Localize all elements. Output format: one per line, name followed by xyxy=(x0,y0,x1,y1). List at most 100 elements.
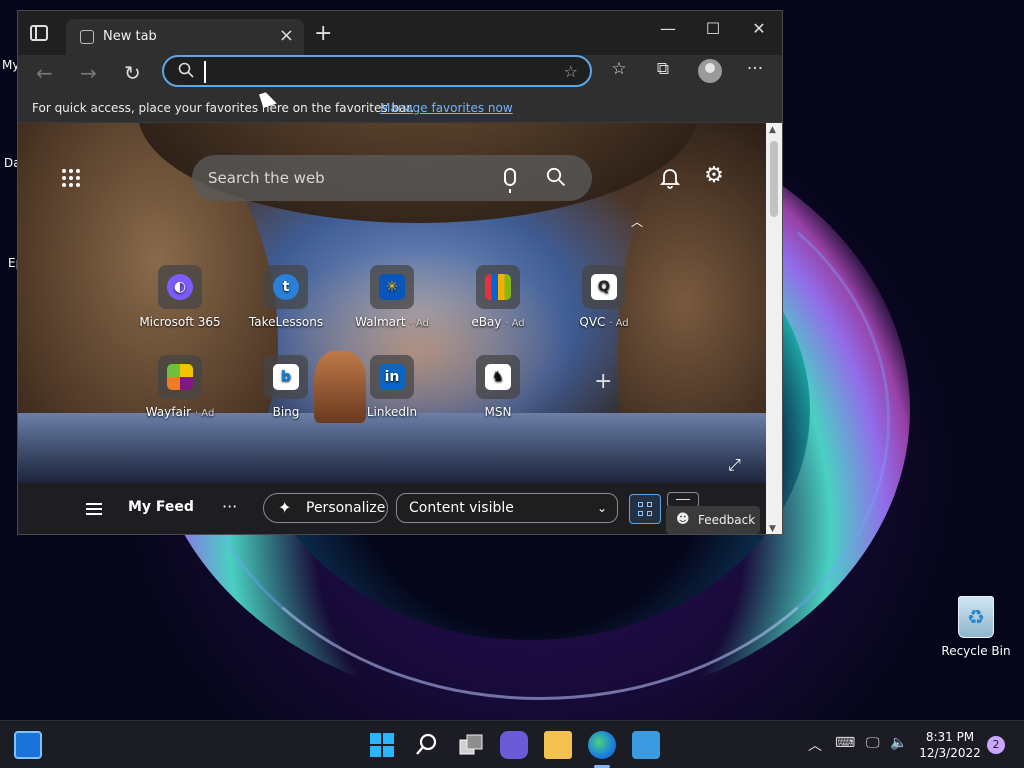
microphone-icon[interactable] xyxy=(504,168,516,193)
expand-fullscreen-icon[interactable]: ⤢ xyxy=(728,455,741,475)
minimize-icon[interactable]: — xyxy=(648,19,688,38)
quick-link-tile[interactable]: eBay · Ad xyxy=(453,265,543,329)
add-favorite-star-icon[interactable]: ☆ xyxy=(564,62,578,81)
tile-label: Microsoft 365 xyxy=(139,315,221,329)
favorites-icon[interactable]: ☆ xyxy=(606,59,632,85)
address-bar[interactable]: ☆ xyxy=(162,55,592,87)
tab-actions-icon[interactable] xyxy=(30,25,48,41)
tile-label: eBay xyxy=(471,315,502,329)
quick-link-tile[interactable]: ◐ Microsoft 365 xyxy=(135,265,225,329)
volume-icon[interactable]: 🔈 xyxy=(890,735,907,751)
ebay-icon xyxy=(485,274,511,300)
add-shortcut-plus-icon[interactable]: + xyxy=(594,369,612,394)
tab-new-tab[interactable]: New tab × xyxy=(66,19,304,55)
my-feed-title[interactable]: My Feed xyxy=(128,499,194,515)
microsoft-365-icon: ◐ xyxy=(167,274,193,300)
tile-label: Wayfair xyxy=(145,405,192,419)
maximize-icon[interactable]: ☐ xyxy=(693,19,733,38)
quick-link-tile[interactable]: t TakeLessons xyxy=(241,265,331,329)
content-visibility-select[interactable]: Content visible ⌄ xyxy=(396,493,618,523)
linkedin-icon: in xyxy=(379,364,405,390)
quick-link-tile[interactable]: Q QVC · Ad xyxy=(559,265,649,329)
quick-link-tile[interactable]: in LinkedIn xyxy=(347,355,437,419)
taskbar-search-icon[interactable] xyxy=(413,731,441,759)
widgets-icon[interactable] xyxy=(14,731,42,759)
background-image xyxy=(18,413,766,493)
scrollbar-thumb[interactable] xyxy=(770,141,778,217)
grid-view-icon[interactable] xyxy=(629,494,661,524)
task-view-icon[interactable] xyxy=(457,731,485,759)
refresh-icon[interactable]: ↻ xyxy=(124,61,141,85)
notification-count-badge[interactable]: 2 xyxy=(987,736,1005,754)
tile-icon-box: ✳ xyxy=(370,265,414,309)
favorites-bar: For quick access, place your favorites h… xyxy=(18,95,782,123)
tile-label: LinkedIn xyxy=(366,405,418,419)
more-options-icon[interactable]: ··· xyxy=(742,59,768,85)
microsoft-store-icon[interactable] xyxy=(632,731,660,759)
show-hidden-icons-chevron-icon[interactable]: ︿ xyxy=(808,735,822,755)
recycle-bin-desktop-icon[interactable]: Recycle Bin xyxy=(940,596,1012,658)
quick-link-tile[interactable]: ✳ Walmart · Ad xyxy=(347,265,437,329)
collections-icon[interactable]: ⧉ xyxy=(650,59,676,85)
feed-toolbar: My Feed ··· ✦ Personalize Content visibl… xyxy=(18,485,766,534)
settings-gear-icon[interactable]: ⚙ xyxy=(702,165,726,189)
new-tab-page: Search the web ⚙ ︿ ◐ Microsoft 365 t Tak… xyxy=(18,123,766,534)
app-launcher-icon[interactable] xyxy=(62,169,82,189)
personalize-button[interactable]: ✦ Personalize xyxy=(263,493,388,523)
feedback-button[interactable]: ☻ Feedback xyxy=(666,506,760,534)
new-tab-plus-icon[interactable]: + xyxy=(314,21,332,46)
content-visibility-value: Content visible xyxy=(409,500,514,516)
ad-text: Ad xyxy=(511,318,525,329)
tile-label: TakeLessons xyxy=(248,315,324,329)
tile-label: MSN xyxy=(484,405,512,419)
network-icon[interactable]: 🖵 xyxy=(866,735,880,751)
msn-icon: ♞ xyxy=(485,364,511,390)
address-input[interactable] xyxy=(204,61,534,83)
page-scrollbar[interactable]: ▲ ▼ xyxy=(766,123,782,534)
start-windows-icon[interactable] xyxy=(368,731,396,759)
edge-browser-icon[interactable] xyxy=(588,731,616,759)
quick-link-tile[interactable]: ♞ MSN xyxy=(453,355,543,419)
close-window-icon[interactable]: ✕ xyxy=(739,19,779,38)
teams-chat-icon[interactable] xyxy=(500,731,528,759)
profile-avatar-icon[interactable] xyxy=(698,59,722,83)
recycle-bin-label: Recycle Bin xyxy=(941,644,1011,658)
back-arrow-icon[interactable]: ← xyxy=(36,61,53,85)
tile-label: Bing xyxy=(272,405,300,419)
system-clock[interactable]: 8:31 PM 12/3/2022 xyxy=(918,729,982,761)
taskbar: ︿ ⌨ 🖵 🔈 8:31 PM 12/3/2022 2 xyxy=(0,720,1024,768)
search-icon[interactable] xyxy=(546,167,566,187)
ad-label: · Ad xyxy=(194,408,215,419)
quick-link-tile[interactable]: Wayfair · Ad xyxy=(135,355,225,419)
collapse-chevron-up-icon[interactable]: ︿ xyxy=(631,213,643,230)
web-search-box[interactable]: Search the web xyxy=(192,155,592,201)
close-tab-icon[interactable]: × xyxy=(279,25,294,46)
quick-link-tile[interactable]: b Bing xyxy=(241,355,331,419)
personalize-label: Personalize xyxy=(306,500,386,516)
feed-more-options-icon[interactable]: ··· xyxy=(222,497,237,516)
tile-icon-box: ♞ xyxy=(476,355,520,399)
scroll-up-arrow-icon[interactable]: ▲ xyxy=(769,125,776,135)
clock-date: 12/3/2022 xyxy=(919,746,981,760)
feedback-person-icon: ☻ xyxy=(676,512,690,527)
keyboard-icon[interactable]: ⌨ xyxy=(835,735,855,751)
manage-favorites-link[interactable]: Manage favorites now xyxy=(380,101,513,115)
hamburger-menu-icon[interactable] xyxy=(86,503,102,515)
takelessons-icon: t xyxy=(273,274,299,300)
scroll-down-arrow-icon[interactable]: ▼ xyxy=(769,524,776,534)
forward-arrow-icon[interactable]: → xyxy=(80,61,97,85)
tile-icon-box: ◐ xyxy=(158,265,202,309)
notifications-bell-icon[interactable] xyxy=(658,165,682,189)
chevron-down-icon: ⌄ xyxy=(596,501,607,515)
tile-icon-box xyxy=(476,265,520,309)
tile-label: QVC xyxy=(579,315,606,329)
tab-title: New tab xyxy=(103,29,157,44)
tile-icon-box: b xyxy=(264,355,308,399)
wayfair-icon xyxy=(167,364,193,390)
newtab-favicon-icon xyxy=(80,30,94,44)
ad-label: · Ad xyxy=(409,318,429,329)
recycle-bin-icon xyxy=(958,596,994,638)
browser-toolbar: ← → ↻ ☆ ☆ ⧉ ··· xyxy=(18,55,782,95)
ad-text: Ad xyxy=(201,408,215,419)
file-explorer-icon[interactable] xyxy=(544,731,572,759)
